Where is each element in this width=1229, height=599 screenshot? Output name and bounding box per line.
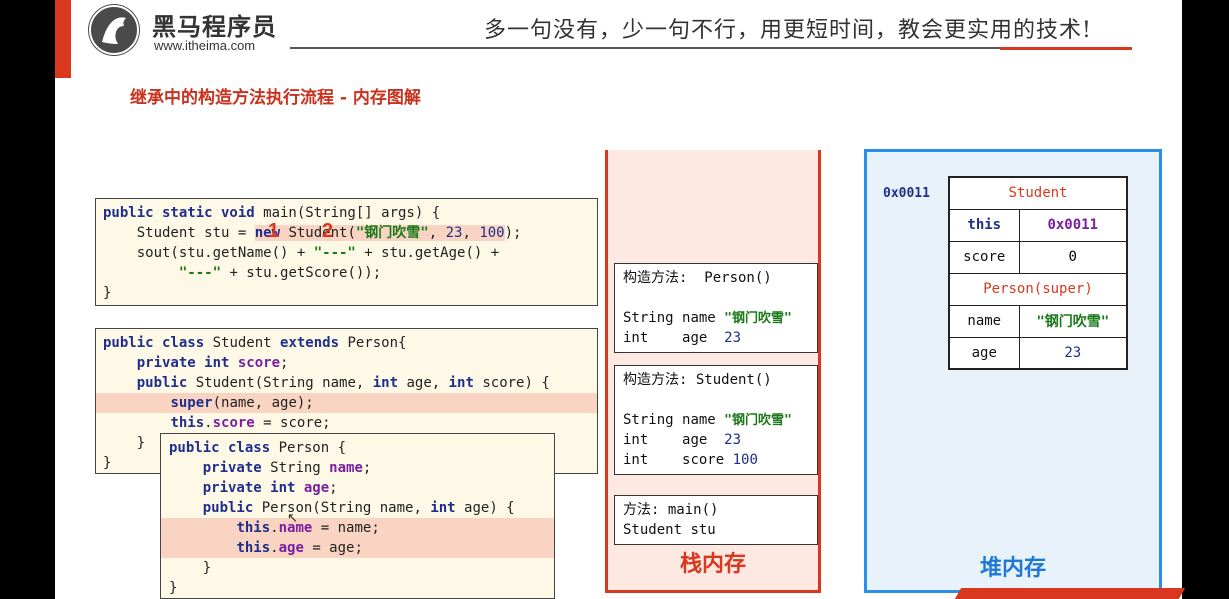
step-marker-2: 2	[322, 220, 334, 242]
field-key: age	[948, 336, 1020, 370]
brand-url: www.itheima.com	[154, 38, 256, 53]
heap-label: 堆内存	[979, 556, 1046, 581]
stack-frame-person: 构造方法: Person() String name "钢门吹雪" int ag…	[614, 263, 818, 353]
main-method-code: public static void main(String[] args) {…	[95, 198, 598, 306]
super-section-header: Person(super)	[948, 272, 1128, 306]
object-class-name: Student	[948, 176, 1128, 210]
stack-frame-main: 方法: main() Student stu	[614, 495, 818, 545]
frame-var: int age 23	[623, 330, 742, 346]
code-line: public Person(String name, int age) {	[202, 500, 515, 516]
code-line: private int score;	[136, 355, 289, 371]
frame-var: int age 23	[623, 432, 742, 448]
code-line: public class Person {	[169, 440, 347, 456]
code-line-highlight: this.name = name;	[161, 518, 554, 538]
frame-title: 构造方法: Person()	[623, 270, 772, 286]
code-line: }	[103, 285, 112, 301]
code-line: "---" + stu.getScore());	[178, 265, 382, 281]
corner-banner	[954, 588, 1186, 599]
code-line: Student stu = new Student("钢门吹雪", 23, 10…	[103, 225, 522, 241]
code-line: public Student(String name, int age, int…	[136, 375, 550, 391]
slogan: 多一句没有，少一句不行，用更短时间，教会更实用的技术!	[484, 18, 1092, 43]
horse-logo-icon	[88, 4, 140, 56]
frame-spacer	[623, 390, 809, 410]
accent-bar	[55, 0, 71, 78]
mouse-cursor-icon: ↖	[287, 511, 298, 526]
object-address: 0x0011	[883, 186, 930, 201]
code-line-highlight: super(name, age);	[96, 393, 597, 413]
stack-frame-student: 构造方法: Student() String name "钢门吹雪" int a…	[614, 365, 818, 475]
field-value: 0x0011	[1018, 208, 1128, 242]
field-value: 0	[1018, 240, 1128, 274]
frame-var: Student stu	[623, 522, 716, 538]
header-accent-line	[1000, 47, 1132, 50]
stack-memory: 构造方法: Person() String name "钢门吹雪" int ag…	[605, 150, 821, 593]
code-line: }	[169, 560, 212, 576]
code-line: public static void main(String[] args) {	[103, 205, 441, 221]
step-marker-1: 1	[268, 220, 280, 242]
code-line: private String name;	[202, 460, 372, 476]
field-value: 23	[1018, 336, 1128, 370]
frame-spacer	[623, 288, 809, 308]
frame-var: String name "钢门吹雪"	[623, 412, 792, 428]
frame-var: String name "钢门吹雪"	[623, 310, 792, 326]
frame-title: 方法: main()	[623, 502, 719, 518]
code-line: this.score = score;	[170, 415, 331, 431]
field-key: this	[948, 208, 1020, 242]
stack-label: 栈内存	[679, 552, 746, 577]
frame-var: int score 100	[623, 452, 758, 468]
field-key: score	[948, 240, 1020, 274]
field-value: "钢门吹雪"	[1018, 304, 1128, 338]
slide-title: 继承中的构造方法执行流程 - 内存图解	[130, 88, 421, 108]
field-key: name	[948, 304, 1020, 338]
heap-memory: 0x0011 Student this 0x0011 score 0 Person(…	[864, 149, 1162, 593]
code-line: private int age;	[202, 480, 338, 496]
person-class-code: public class Person { private String nam…	[160, 433, 555, 599]
brand-name: 黑马程序员	[152, 13, 277, 41]
code-line: sout(stu.getName() + "---" + stu.getAge(…	[103, 245, 500, 261]
code-line-highlight: this.age = age;	[161, 538, 554, 558]
code-line: }	[169, 580, 178, 596]
student-object: Student this 0x0011 score 0 Person(super) …	[948, 176, 1128, 370]
frame-title: 构造方法: Student()	[623, 372, 772, 388]
code-line: public class Student extends Person{	[103, 335, 407, 351]
